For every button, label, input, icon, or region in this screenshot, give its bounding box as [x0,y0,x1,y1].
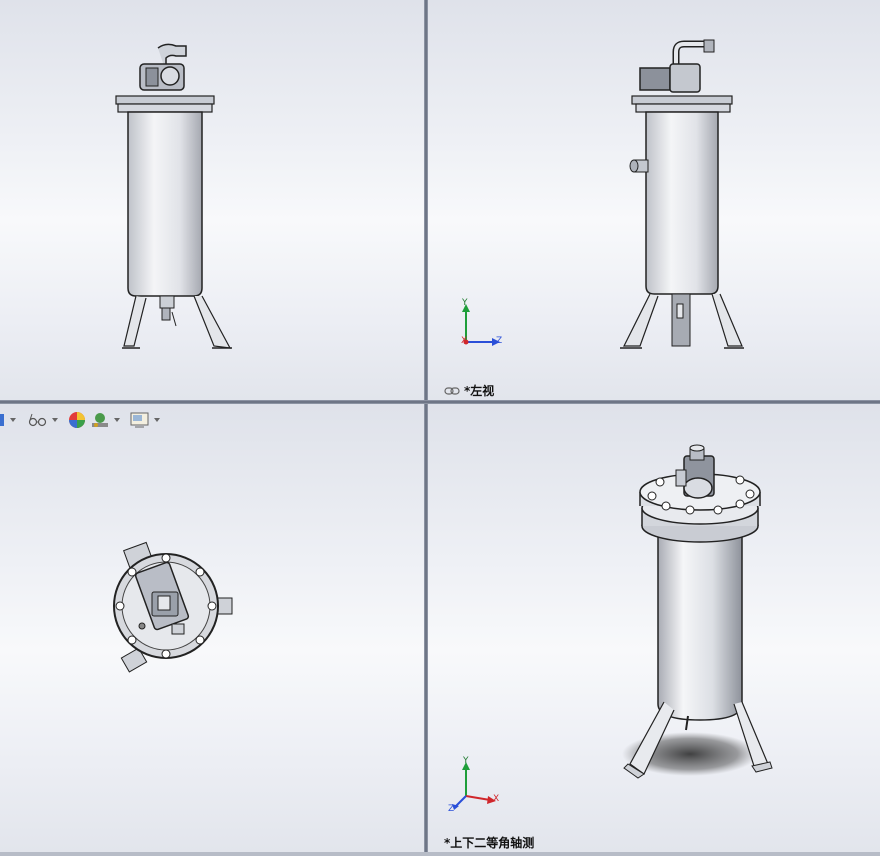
viewport-top-left[interactable] [0,0,424,400]
appearance-button[interactable] [68,410,86,430]
chevron-down-icon [10,418,16,422]
triad-x-label: X [461,336,468,346]
appearance-ball-icon [69,412,85,428]
triad-iso-z-label: Z [448,804,455,814]
view-label-iso: *上下二等角轴测 [444,834,534,851]
scene-button[interactable] [90,410,120,430]
monitor-icon [130,412,149,428]
view-settings-button[interactable] [130,410,160,430]
filter-housing-front-view [115,43,232,349]
triad-y-label: Y [462,298,468,308]
view-name: *左视 [464,384,495,398]
view-label: *左视 [444,382,494,399]
axis-triad-iso [452,762,496,810]
view-orientation-button[interactable] [0,410,16,430]
view-orientation-icon [0,414,4,426]
viewport-bottom-left[interactable] [0,404,424,852]
horizontal-splitter[interactable] [0,400,880,404]
heads-up-toolbar [0,410,160,430]
chevron-down-icon [154,418,160,422]
viewport-bottom-right[interactable]: Y X Z *上下二等角轴测 [428,404,880,852]
triad-z-label: Z [496,336,503,346]
hide-show-items-button[interactable] [28,410,58,430]
triad-iso-x-label: X [493,794,500,804]
view-name-iso: *上下二等角轴测 [444,836,535,850]
filter-housing-top-view [113,541,233,673]
triad-iso-y-label: Y [463,756,469,766]
link-icon [444,386,460,395]
viewport-top-right[interactable]: Y Z X *左视 [428,0,880,400]
bottom-border [0,852,880,856]
chevron-down-icon [114,418,120,422]
scene-icon [92,413,108,427]
chevron-down-icon [52,418,58,422]
glasses-icon [28,413,47,427]
vertical-splitter[interactable] [424,0,428,856]
